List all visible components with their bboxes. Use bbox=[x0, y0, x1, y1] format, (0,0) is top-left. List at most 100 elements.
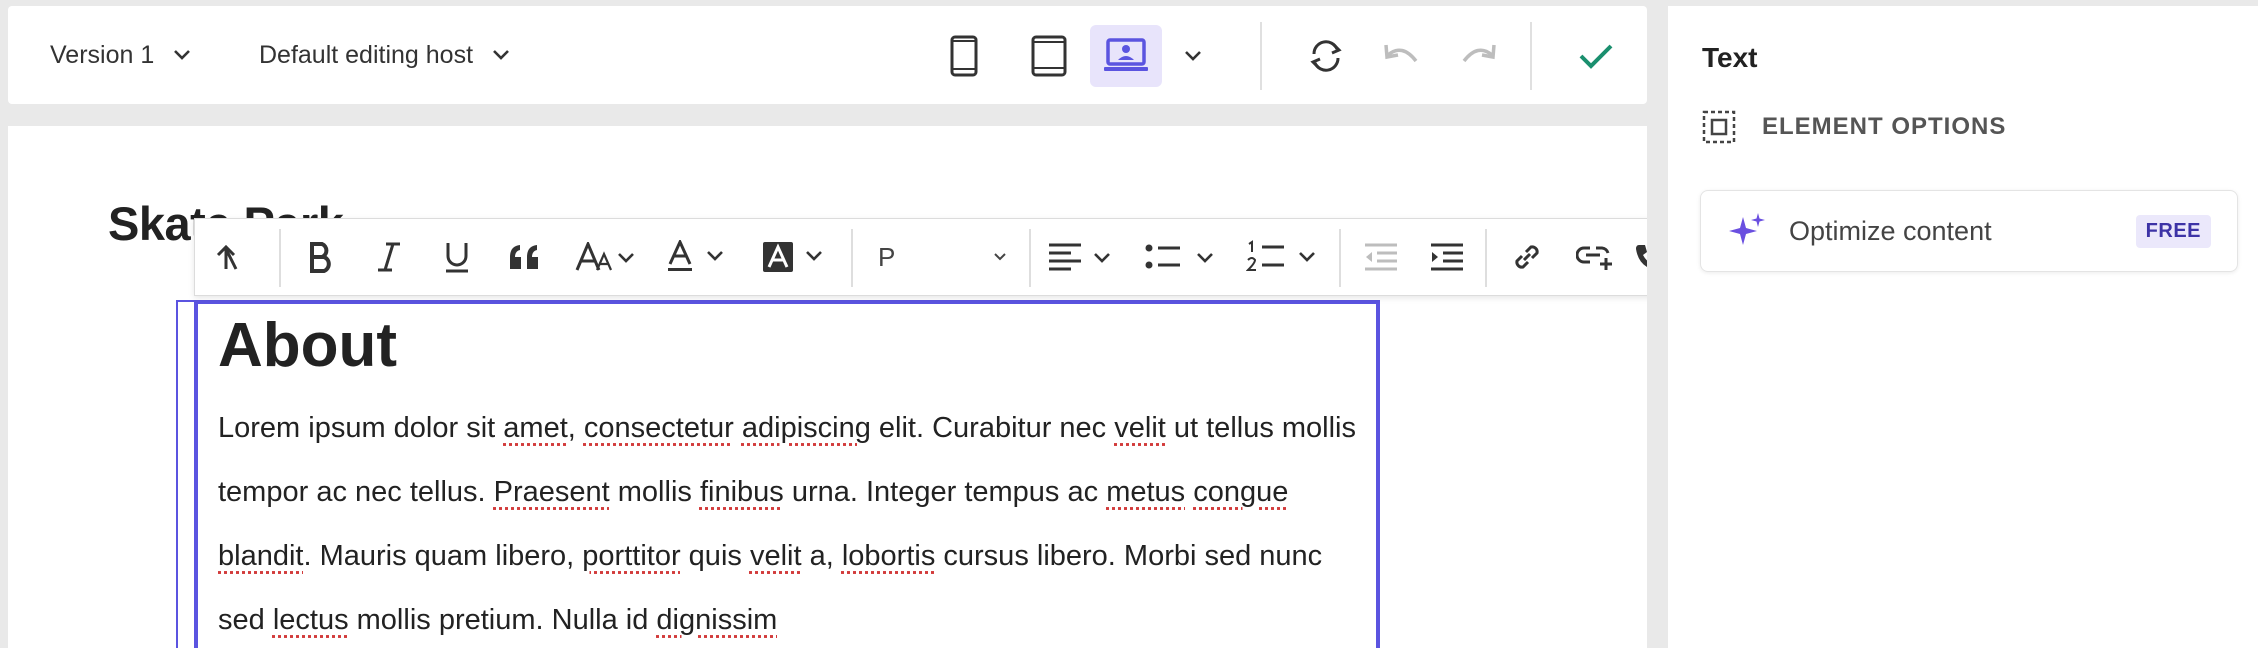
toolbar-divider bbox=[279, 229, 281, 287]
text-run: quis bbox=[681, 540, 750, 572]
rich-text-toolbar: P bbox=[194, 218, 1647, 296]
content-heading[interactable]: About bbox=[218, 310, 1356, 382]
redo-button[interactable] bbox=[1442, 25, 1514, 87]
undo-icon bbox=[1382, 41, 1422, 71]
toolbar-divider bbox=[1530, 22, 1532, 90]
desktop-view-button[interactable] bbox=[1090, 25, 1162, 87]
misspelled-word: dignissim bbox=[656, 604, 777, 636]
chevron-down-icon bbox=[172, 48, 192, 62]
outdent-button[interactable] bbox=[1351, 219, 1411, 295]
misspelled-word: finibus bbox=[700, 476, 784, 508]
version-label: Version 1 bbox=[50, 41, 154, 70]
element-select-icon bbox=[1702, 110, 1736, 144]
device-options-dropdown[interactable] bbox=[1168, 25, 1218, 87]
toolbar-divider bbox=[1029, 229, 1031, 287]
text-run: Lorem ipsum dolor sit bbox=[218, 412, 503, 444]
bullet-list-icon bbox=[1144, 242, 1214, 272]
align-left-icon bbox=[1047, 242, 1111, 272]
italic-button[interactable] bbox=[359, 219, 419, 295]
text-run: a, bbox=[802, 540, 842, 572]
editing-host-label: Default editing host bbox=[259, 41, 473, 70]
selected-text-block[interactable]: About Lorem ipsum dolor sit amet, consec… bbox=[194, 300, 1380, 648]
phone-link-button[interactable] bbox=[1633, 219, 1647, 295]
bullet-list-dropdown[interactable] bbox=[1139, 219, 1219, 295]
misspelled-word: adipiscing bbox=[742, 412, 871, 444]
select-parent-icon bbox=[214, 241, 248, 273]
optimize-content-label: Optimize content bbox=[1789, 216, 2136, 247]
refresh-icon bbox=[1306, 36, 1346, 76]
toolbar-divider bbox=[1339, 229, 1341, 287]
mobile-view-button[interactable] bbox=[928, 25, 1000, 87]
block-format-select[interactable]: P bbox=[878, 219, 1006, 295]
align-dropdown[interactable] bbox=[1041, 219, 1117, 295]
text-run: elit. Curabitur nec bbox=[871, 412, 1114, 444]
content-paragraph[interactable]: Lorem ipsum dolor sit amet, consectetur … bbox=[218, 396, 1364, 648]
toolbar-divider bbox=[1485, 229, 1487, 287]
text-run: mollis bbox=[610, 476, 700, 508]
confirm-button[interactable] bbox=[1560, 25, 1632, 87]
misspelled-word: velit bbox=[750, 540, 802, 572]
laptop-user-icon bbox=[1103, 38, 1149, 74]
highlight-color-icon bbox=[761, 240, 825, 274]
text-color-icon bbox=[666, 240, 726, 274]
tablet-icon bbox=[1031, 35, 1067, 77]
misspelled-word: lobortis bbox=[842, 540, 936, 572]
underline-button[interactable] bbox=[427, 219, 487, 295]
text-run bbox=[734, 412, 742, 444]
italic-icon bbox=[376, 241, 402, 273]
panel-title: Text bbox=[1702, 42, 1758, 74]
toolbar-divider bbox=[851, 229, 853, 287]
numbered-list-dropdown[interactable] bbox=[1241, 219, 1321, 295]
misspelled-word: consectetur bbox=[584, 412, 734, 444]
parent-selection-outline bbox=[176, 300, 196, 648]
text-run: mollis pretium. Nulla id bbox=[349, 604, 657, 636]
link-icon bbox=[1510, 240, 1544, 274]
chevron-down-icon bbox=[1183, 49, 1203, 63]
text-color-dropdown[interactable] bbox=[661, 219, 731, 295]
chevron-down-icon bbox=[994, 253, 1006, 261]
phone-icon bbox=[1633, 241, 1647, 273]
redo-icon bbox=[1458, 41, 1498, 71]
quote-icon bbox=[508, 243, 542, 271]
undo-button[interactable] bbox=[1366, 25, 1438, 87]
optimize-content-card[interactable]: Optimize content FREE bbox=[1700, 190, 2238, 272]
misspelled-word: velit bbox=[1114, 412, 1166, 444]
misspelled-word: congue bbox=[1193, 476, 1288, 508]
chevron-down-icon bbox=[491, 48, 511, 62]
editor-canvas: Skate Park About Lorem ipsum dolor sit a… bbox=[8, 126, 1647, 648]
text-run: , bbox=[568, 412, 584, 444]
mobile-icon bbox=[949, 35, 979, 77]
numbered-list-icon bbox=[1246, 240, 1316, 274]
free-badge: FREE bbox=[2136, 215, 2211, 248]
block-format-value: P bbox=[878, 242, 994, 273]
misspelled-word: porttitor bbox=[582, 540, 680, 572]
version-dropdown[interactable]: Version 1 bbox=[50, 6, 192, 104]
element-options-section[interactable]: ELEMENT OPTIONS bbox=[1702, 110, 2006, 144]
refresh-button[interactable] bbox=[1290, 25, 1362, 87]
outdent-icon bbox=[1363, 242, 1399, 272]
tablet-view-button[interactable] bbox=[1013, 25, 1085, 87]
indent-button[interactable] bbox=[1417, 219, 1477, 295]
blockquote-button[interactable] bbox=[495, 219, 555, 295]
section-label: ELEMENT OPTIONS bbox=[1762, 113, 2006, 141]
select-parent-button[interactable] bbox=[203, 219, 259, 295]
bold-button[interactable] bbox=[291, 219, 351, 295]
add-link-icon bbox=[1576, 242, 1614, 272]
misspelled-word: amet bbox=[503, 412, 567, 444]
top-toolbar: Version 1 Default editing host bbox=[8, 6, 1647, 104]
underline-icon bbox=[443, 241, 471, 273]
text-run: . Mauris quam libero, bbox=[303, 540, 582, 572]
font-size-dropdown[interactable] bbox=[565, 219, 645, 295]
misspelled-word: blandit bbox=[218, 540, 303, 572]
bold-icon bbox=[308, 241, 334, 273]
editing-host-dropdown[interactable]: Default editing host bbox=[259, 6, 511, 104]
check-icon bbox=[1577, 41, 1615, 71]
toolbar-divider bbox=[1260, 22, 1262, 90]
add-link-button[interactable] bbox=[1565, 219, 1625, 295]
background-color-dropdown[interactable] bbox=[755, 219, 831, 295]
properties-panel: Text ELEMENT OPTIONS Optimize content FR… bbox=[1668, 6, 2258, 648]
text-run: urna. Integer tempus ac bbox=[784, 476, 1106, 508]
insert-link-button[interactable] bbox=[1497, 219, 1557, 295]
misspelled-word: metus bbox=[1106, 476, 1185, 508]
sparkles-icon bbox=[1727, 211, 1767, 251]
